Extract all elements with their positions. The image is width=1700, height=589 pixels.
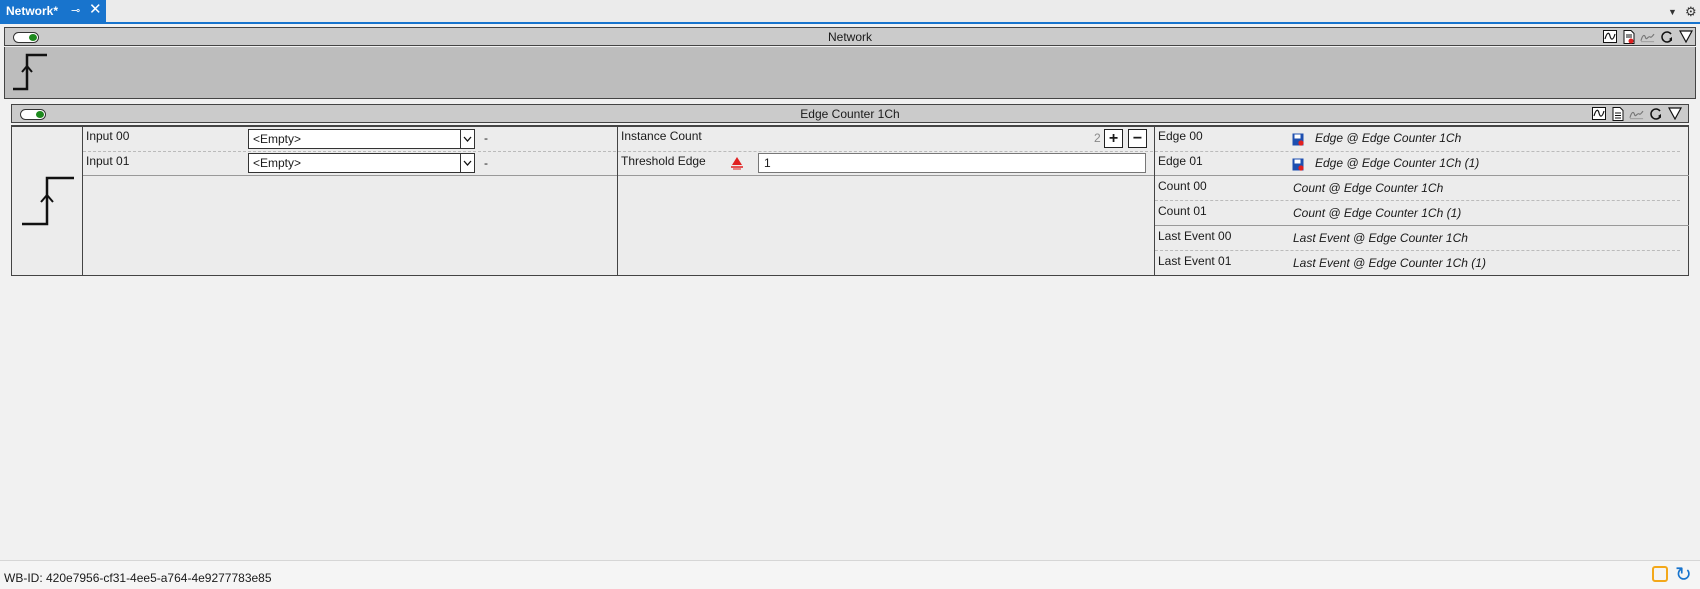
waveform-icon[interactable]	[1591, 106, 1606, 121]
tab-title: Network*	[6, 4, 59, 18]
refresh-icon[interactable]	[1648, 106, 1663, 121]
refresh-icon[interactable]	[1659, 29, 1674, 44]
input-label: Input 00	[86, 129, 130, 143]
signature-icon[interactable]	[1629, 106, 1644, 121]
edge-step-icon	[22, 176, 74, 226]
edge-trigger-icon[interactable]	[730, 156, 744, 170]
gear-icon[interactable]: ⚙	[1685, 4, 1697, 20]
save-disk-icon[interactable]	[1292, 158, 1304, 171]
network-header-tools	[1602, 29, 1693, 44]
output-label: Edge 01	[1158, 154, 1203, 168]
input-01-select[interactable]: <Empty>	[248, 153, 475, 173]
edge-step-icon	[13, 53, 47, 91]
block-title: Edge Counter 1Ch	[800, 106, 900, 121]
output-value: Edge @ Edge Counter 1Ch	[1315, 131, 1462, 145]
pin-icon[interactable]: ⊸	[71, 4, 80, 17]
input-status: -	[484, 156, 488, 170]
save-disk-icon[interactable]	[1292, 133, 1304, 146]
network-title: Network	[827, 29, 872, 44]
document-icon[interactable]	[1610, 106, 1625, 121]
output-label: Count 00	[1158, 179, 1207, 193]
output-label: Edge 00	[1158, 129, 1203, 143]
workbench-id: WB-ID: 420e7956-cf31-4ee5-a764-4e9277783…	[4, 571, 272, 585]
output-value: Edge @ Edge Counter 1Ch (1)	[1315, 156, 1480, 170]
network-enable-toggle[interactable]	[13, 32, 39, 43]
notification-square-icon[interactable]	[1652, 566, 1668, 582]
input-select-value: <Empty>	[253, 132, 302, 146]
status-bar: WB-ID: 420e7956-cf31-4ee5-a764-4e9277783…	[0, 560, 1700, 589]
block-header: Edge Counter 1Ch	[11, 104, 1689, 123]
tab-network[interactable]: Network* ⊸ ✕	[0, 0, 106, 22]
input-00-select[interactable]: <Empty>	[248, 129, 475, 149]
chevron-down-icon[interactable]	[460, 154, 474, 172]
output-label: Last Event 00	[1158, 229, 1232, 243]
add-instance-button[interactable]: +	[1104, 129, 1123, 148]
block-body: Input 00 <Empty> - Input 01 <Empty> - In…	[11, 125, 1689, 276]
document-alert-icon[interactable]	[1621, 29, 1636, 44]
filter-icon[interactable]	[1678, 29, 1693, 44]
output-value: Last Event @ Edge Counter 1Ch (1)	[1293, 256, 1486, 270]
output-value: Count @ Edge Counter 1Ch	[1293, 181, 1444, 195]
close-icon[interactable]: ✕	[89, 2, 102, 18]
network-body	[4, 47, 1696, 99]
remove-instance-button[interactable]: −	[1128, 129, 1147, 148]
signature-icon[interactable]	[1640, 29, 1655, 44]
filter-icon[interactable]	[1667, 106, 1682, 121]
input-select-value: <Empty>	[253, 156, 302, 170]
refresh-icon[interactable]: ↻	[1675, 562, 1692, 587]
output-value: Last Event @ Edge Counter 1Ch	[1293, 231, 1468, 245]
document-tab-strip: Network* ⊸ ✕ ▼ ⚙	[0, 0, 1700, 24]
threshold-edge-input[interactable]: 1	[758, 153, 1146, 173]
instance-count-value: 2	[1094, 131, 1101, 145]
output-value: Count @ Edge Counter 1Ch (1)	[1293, 206, 1462, 220]
network-header: Network	[4, 27, 1696, 46]
instance-count-label: Instance Count	[621, 129, 702, 143]
threshold-edge-value: 1	[764, 156, 771, 170]
input-status: -	[484, 131, 488, 145]
block-header-tools	[1591, 106, 1682, 121]
output-label: Count 01	[1158, 204, 1207, 218]
tab-list-dropdown-icon[interactable]: ▼	[1668, 7, 1677, 17]
input-label: Input 01	[86, 154, 130, 168]
chevron-down-icon[interactable]	[460, 130, 474, 148]
waveform-icon[interactable]	[1602, 29, 1617, 44]
threshold-edge-label: Threshold Edge	[621, 154, 706, 168]
output-label: Last Event 01	[1158, 254, 1232, 268]
block-enable-toggle[interactable]	[20, 109, 46, 120]
